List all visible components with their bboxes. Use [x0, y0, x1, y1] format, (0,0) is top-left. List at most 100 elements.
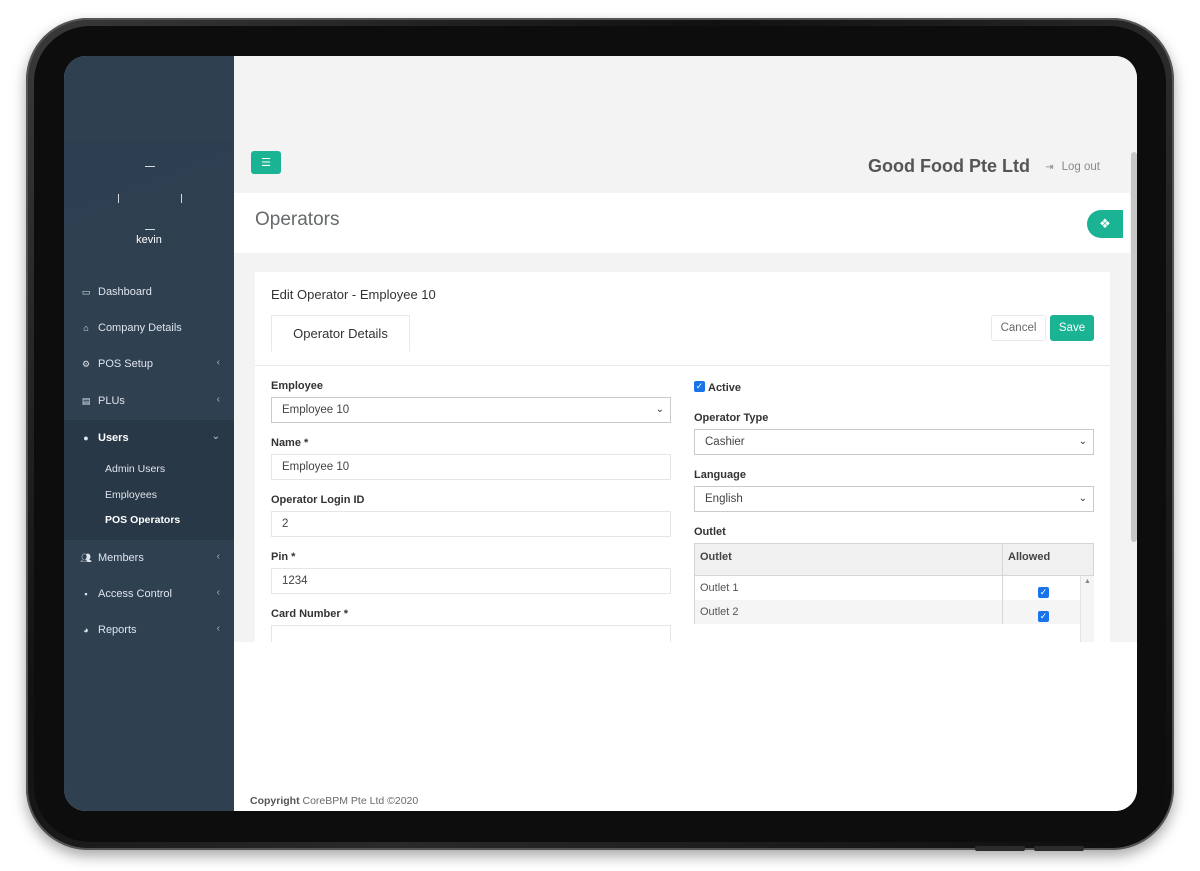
language-label: Language — [694, 469, 746, 481]
employee-select-value: Employee 10 — [282, 404, 350, 416]
copyright-text: CoreBPM Pte Ltd ©2020 — [302, 795, 419, 807]
sidebar-item-label: Dashboard — [98, 286, 152, 298]
avatar-outline — [181, 194, 182, 203]
scroll-up-arrow-icon[interactable]: ▲ — [1084, 578, 1091, 585]
profile-panel — [64, 140, 234, 274]
lock-icon: ▪ — [84, 589, 88, 599]
submenu-item-admin-users[interactable]: Admin Users — [105, 463, 165, 475]
sidebar-item-label: Access Control — [98, 588, 172, 600]
edit-operator-card: Edit Operator - Employee 10 Operator Det… — [255, 272, 1110, 642]
sidebar-item-label: Company Details — [98, 322, 182, 334]
content-lower-area — [234, 642, 1137, 811]
page-title: Operators — [255, 209, 340, 230]
page-scrollbar[interactable] — [1131, 152, 1137, 542]
logout-link[interactable]: ⇥ Log out — [1045, 161, 1100, 173]
name-field[interactable]: Employee 10 — [271, 454, 671, 480]
table-row[interactable]: Outlet 2 ✓ — [694, 600, 1080, 624]
name-field-value: Employee 10 — [282, 461, 350, 473]
submenu-item-employees[interactable]: Employees — [105, 489, 157, 501]
column-divider — [1002, 576, 1003, 600]
pie-chart-icon: ◕ — [83, 625, 89, 635]
chevron-down-icon: ⌄ — [1078, 436, 1087, 447]
pin-field[interactable]: 1234 — [271, 568, 671, 594]
tab-operator-details[interactable]: Operator Details — [271, 315, 410, 352]
language-value: English — [705, 493, 743, 505]
operator-type-value: Cashier — [705, 436, 745, 448]
allowed-checkbox[interactable]: ✓ — [1038, 587, 1049, 598]
sidebar-top-band — [64, 56, 234, 140]
allowed-column-header[interactable]: Allowed — [1008, 551, 1050, 563]
card-number-field[interactable] — [271, 625, 671, 642]
page-heading: Operators ❖ — [234, 193, 1130, 253]
name-label: Name * — [271, 437, 309, 449]
book-icon: ▤ — [81, 395, 91, 406]
card-number-label: Card Number * — [271, 608, 349, 620]
employee-select[interactable]: Employee 10 ⌄ — [271, 397, 671, 423]
tablet-volume-button — [1034, 846, 1084, 851]
sidebar-item-label: POS Setup — [98, 358, 154, 370]
users-submenu: Admin Users Employees POS Operators — [64, 456, 234, 540]
outlet-name: Outlet 1 — [700, 582, 739, 594]
column-divider — [1002, 600, 1003, 624]
tablet-volume-button — [975, 846, 1025, 851]
sidebar-item-users[interactable]: ● Users ⌄ — [64, 420, 234, 456]
outlet-table: Outlet Allowed Outlet 1 ✓ Outlet 2 ✓ ▲ — [694, 543, 1094, 642]
column-divider — [1002, 544, 1003, 577]
top-navbar: ☰ Good Food Pte Ltd ⇥ Log out — [234, 140, 1130, 193]
cancel-button[interactable]: Cancel — [991, 315, 1046, 341]
chevron-left-icon: ‹ — [216, 357, 220, 368]
active-checkbox[interactable]: ✓ — [694, 381, 705, 392]
chevron-down-icon: ⌄ — [211, 431, 220, 442]
language-select[interactable]: English ⌄ — [694, 486, 1094, 512]
avatar-outline — [118, 194, 119, 203]
sidebar-item-access-control[interactable]: ▪ Access Control ‹ — [64, 576, 234, 612]
profile-name[interactable]: kevin — [64, 234, 234, 246]
outlet-label: Outlet — [694, 526, 726, 538]
sidebar-item-label: Reports — [98, 624, 137, 636]
employee-label: Employee — [271, 380, 323, 392]
outlet-column-header[interactable]: Outlet — [700, 551, 732, 563]
pin-label: Pin * — [271, 551, 296, 563]
table-row[interactable]: Outlet 1 ✓ — [694, 576, 1080, 600]
sidebar-item-pos-setup[interactable]: ⚙ POS Setup ‹ — [64, 346, 234, 382]
chevron-left-icon: ‹ — [216, 623, 220, 634]
gear-icon: ⚙ — [81, 358, 91, 369]
sitemap-icon: ❖ — [1099, 216, 1111, 231]
sidebar-item-dashboard[interactable]: ▭ Dashboard — [64, 274, 234, 310]
allowed-checkbox[interactable]: ✓ — [1038, 611, 1049, 622]
logout-label: Log out — [1061, 161, 1100, 173]
menu-toggle-button[interactable]: ☰ — [251, 151, 281, 174]
outlet-table-scrollbar[interactable]: ▲ — [1080, 576, 1094, 642]
chevron-left-icon: ‹ — [216, 551, 220, 562]
screen: kevin ▭ Dashboard ⌂ Company Details ⚙ PO… — [64, 56, 1137, 811]
hamburger-icon: ☰ — [261, 157, 271, 169]
sidebar: kevin ▭ Dashboard ⌂ Company Details ⚙ PO… — [64, 56, 234, 811]
save-button[interactable]: Save — [1050, 315, 1094, 341]
settings-toggle-button[interactable]: ❖ — [1087, 210, 1123, 238]
outlet-name: Outlet 2 — [700, 606, 739, 618]
sidebar-item-label: PLUs — [98, 395, 125, 407]
sign-out-icon: ⇥ — [1045, 161, 1054, 173]
submenu-item-pos-operators[interactable]: POS Operators — [105, 514, 180, 526]
footer: Copyright CoreBPM Pte Ltd ©2020 — [250, 795, 418, 807]
login-id-label: Operator Login ID — [271, 494, 365, 506]
sidebar-item-label: Users — [98, 432, 129, 444]
avatar-outline — [145, 166, 155, 167]
sidebar-bottom — [64, 640, 234, 795]
chevron-left-icon: ‹ — [216, 394, 220, 405]
outlet-table-header: Outlet Allowed — [694, 543, 1094, 577]
avatar[interactable] — [117, 165, 182, 230]
home-icon: ⌂ — [83, 323, 89, 333]
sidebar-item-label: Members — [98, 552, 144, 564]
avatar-outline — [145, 229, 155, 230]
operator-type-select[interactable]: Cashier ⌄ — [694, 429, 1094, 455]
operator-type-label: Operator Type — [694, 412, 769, 424]
copyright-label: Copyright — [250, 795, 300, 807]
tab-divider — [255, 365, 1110, 366]
sidebar-item-members[interactable]: 👥︎ Members ‹ — [64, 540, 234, 576]
sidebar-item-plus[interactable]: ▤ PLUs ‹ — [64, 383, 234, 419]
monitor-icon: ▭ — [81, 286, 91, 297]
login-id-field[interactable]: 2 — [271, 511, 671, 537]
sidebar-item-company-details[interactable]: ⌂ Company Details — [64, 310, 234, 346]
chevron-down-icon: ⌄ — [1078, 493, 1087, 504]
